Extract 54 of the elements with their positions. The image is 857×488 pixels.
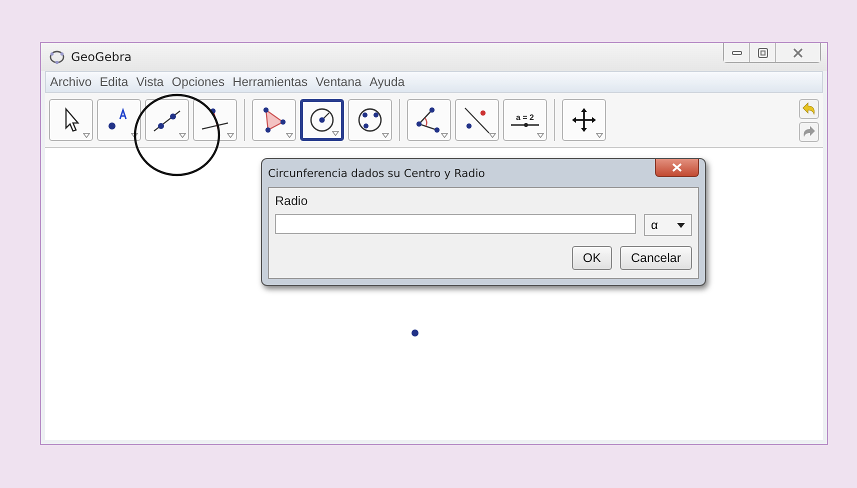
symbol-dropdown[interactable]: α xyxy=(644,214,692,236)
dropdown-triangle-icon xyxy=(489,133,496,138)
point-tool-button[interactable] xyxy=(97,99,141,141)
window-title: GeoGebra xyxy=(71,50,132,64)
dropdown-triangle-icon xyxy=(332,131,339,136)
ok-button[interactable]: OK xyxy=(572,246,612,270)
angle-tool-button[interactable] xyxy=(407,99,451,141)
menu-item[interactable]: Opciones xyxy=(172,75,225,89)
dropdown-triangle-icon xyxy=(382,133,389,138)
perpendicular-tool-button[interactable] xyxy=(193,99,237,141)
graphics-canvas[interactable]: Circunferencia dados su Centro y Radio Radio α OK Cancelar xyxy=(45,148,823,440)
slider-icon xyxy=(510,122,540,128)
close-icon xyxy=(672,163,682,172)
dropdown-triangle-icon xyxy=(537,133,544,138)
line-tool-button[interactable] xyxy=(145,99,189,141)
dropdown-triangle-icon xyxy=(286,133,293,138)
app-logo-icon xyxy=(49,49,65,65)
menu-item[interactable]: Herramientas xyxy=(232,75,308,89)
dropdown-triangle-icon xyxy=(83,133,90,138)
dropdown-triangle-icon xyxy=(441,133,448,138)
close-button[interactable] xyxy=(655,159,699,177)
menu-item[interactable]: Vista xyxy=(136,75,164,89)
undo-icon xyxy=(802,102,816,116)
dialog-title: Circunferencia dados su Centro y Radio xyxy=(268,166,486,180)
conic-tool-button[interactable] xyxy=(348,99,392,141)
dropdown-triangle-icon xyxy=(131,133,138,138)
dropdown-triangle-icon xyxy=(227,133,234,138)
redo-icon xyxy=(802,124,816,138)
point xyxy=(411,329,419,337)
menu-item[interactable]: Archivo xyxy=(50,75,92,89)
close-icon xyxy=(793,48,803,58)
field-label: Radio xyxy=(275,194,308,208)
reflect-tool-button[interactable] xyxy=(455,99,499,141)
dropdown-triangle-icon xyxy=(179,133,186,138)
undo-button[interactable] xyxy=(799,98,819,118)
menu-item[interactable]: Ventana xyxy=(316,75,362,89)
slider-label: a = 2 xyxy=(516,112,534,122)
move-tool-button[interactable] xyxy=(49,99,93,141)
reflect-line-icon xyxy=(462,105,492,135)
maximize-button[interactable] xyxy=(750,43,776,62)
caret-icon xyxy=(677,222,685,228)
minimize-button[interactable] xyxy=(724,43,750,62)
minimize-icon xyxy=(732,50,742,56)
polygon-tool-button[interactable] xyxy=(252,99,296,141)
slider-tool-button[interactable]: a = 2 xyxy=(503,99,547,141)
dropdown-triangle-icon xyxy=(596,133,603,138)
maximize-icon xyxy=(758,48,768,58)
menu-item[interactable]: Edita xyxy=(100,75,128,89)
cancel-button[interactable]: Cancelar xyxy=(620,246,692,270)
circle-tool-button[interactable] xyxy=(300,99,344,141)
menu-item[interactable]: Ayuda xyxy=(370,75,405,89)
pan-tool-button[interactable] xyxy=(562,99,606,141)
redo-button[interactable] xyxy=(799,122,819,142)
input-field[interactable] xyxy=(275,214,636,234)
